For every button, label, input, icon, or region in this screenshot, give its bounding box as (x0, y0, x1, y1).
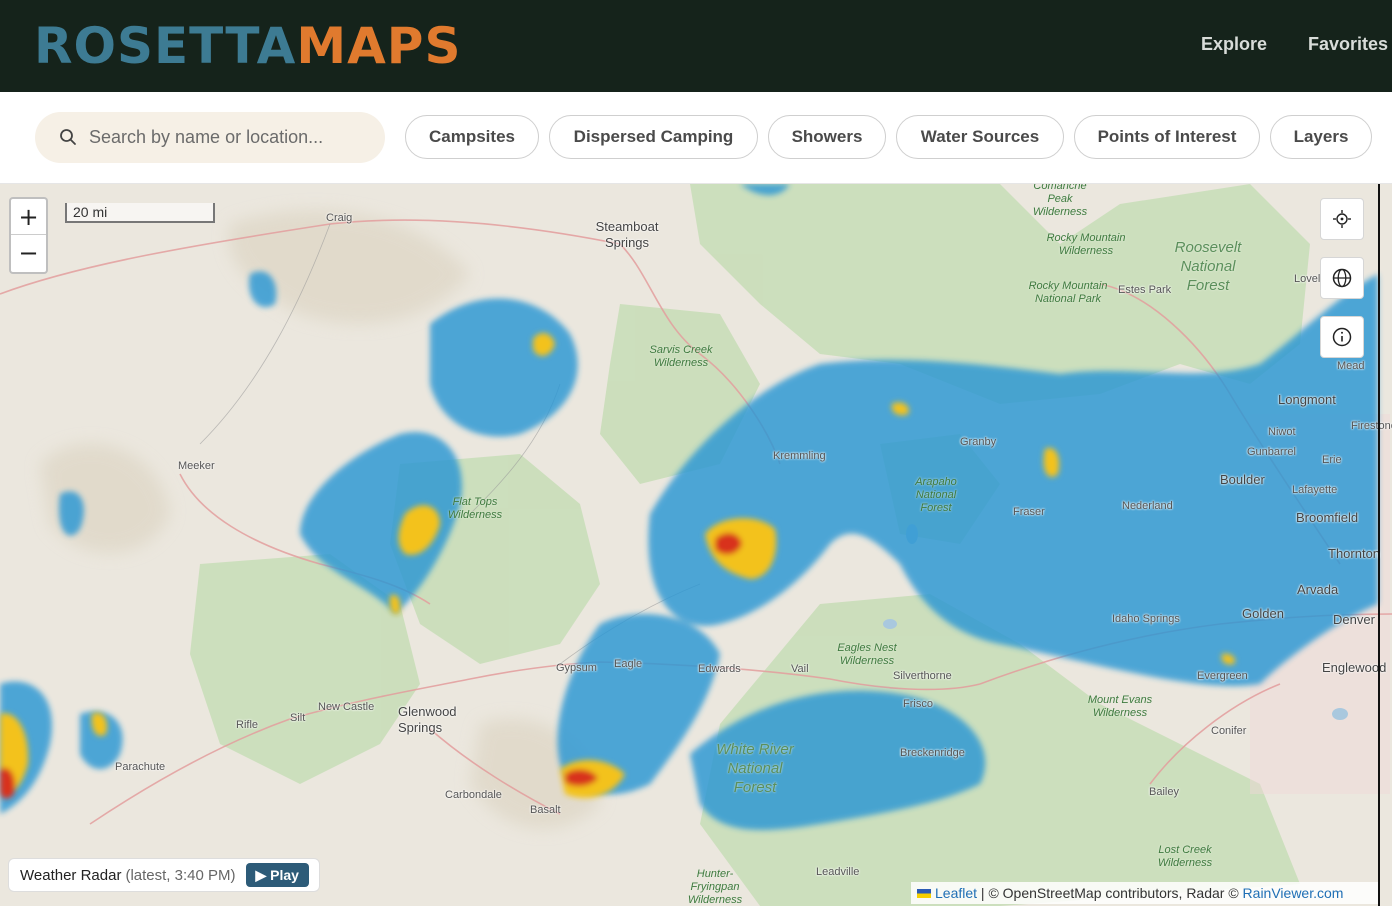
park-label: Comanche Peak Wilderness (1032, 184, 1088, 218)
filter-bar: Campsites Dispersed Camping Showers Wate… (0, 92, 1392, 184)
place-label: Bailey (1149, 786, 1179, 798)
place-label: Eagle (614, 658, 643, 670)
map-info-button[interactable] (1320, 316, 1364, 358)
place-label: Evergreen (1197, 670, 1248, 682)
leaflet-link[interactable]: Leaflet (935, 885, 977, 901)
place-label: Lafayette (1292, 484, 1338, 496)
place-label: Firestone (1351, 420, 1392, 432)
place-label: Estes Park (1118, 284, 1172, 296)
place-label: Gypsum (556, 662, 597, 674)
map-style-button[interactable] (1320, 257, 1364, 299)
place-label: Longmont (1278, 392, 1336, 407)
place-label: Mead (1337, 360, 1365, 372)
park-label: Hunter-Fryingpan Wilderness (687, 868, 743, 906)
place-label: Silt (290, 712, 306, 724)
park-label: Mount Evans Wilderness (1087, 694, 1153, 719)
park-label: Sarvis Creek Wilderness (649, 344, 713, 369)
place-label: Erie (1322, 454, 1342, 466)
place-label: Gunbarrel (1247, 446, 1296, 458)
logo-text-maps: MAPS (296, 17, 462, 75)
place-label: Basalt (530, 804, 561, 816)
place-label: Edwards (698, 663, 741, 675)
place-label: Granby (960, 436, 997, 448)
place-label: Silverthorne (893, 670, 952, 682)
crosshair-icon (1333, 210, 1351, 228)
info-icon (1332, 327, 1352, 347)
place-label: Idaho Springs (1112, 613, 1180, 625)
place-label: New Castle (318, 701, 375, 713)
filter-chip-showers[interactable]: Showers (768, 115, 886, 159)
radar-title: Weather Radar (20, 866, 122, 884)
nav-favorites-link[interactable]: Favorites (1308, 34, 1388, 55)
filter-chip-water-sources[interactable]: Water Sources (896, 115, 1064, 159)
place-label: Boulder (1220, 472, 1265, 487)
park-label: Rocky Mountain National Park (1028, 280, 1108, 305)
place-label: Leadville (816, 866, 860, 878)
place-label: Steamboat Springs (595, 219, 659, 250)
place-label: Conifer (1211, 725, 1247, 737)
park-label: White River National Forest (716, 741, 794, 796)
globe-icon (1332, 268, 1352, 288)
place-label: Broomfield (1296, 510, 1359, 525)
map-right-edge (1378, 184, 1380, 906)
place-label: Glenwood Springs (398, 704, 457, 735)
radar-play-button[interactable]: ▶ Play (245, 863, 309, 887)
rainviewer-link[interactable]: RainViewer.com (1243, 885, 1344, 901)
map-attribution: Leaflet | © OpenStreetMap contributors, … (911, 882, 1378, 904)
zoom-out-button[interactable]: − (11, 235, 46, 271)
filter-chip-layers[interactable]: Layers (1270, 115, 1372, 159)
place-label: Vail (791, 663, 809, 675)
place-label: Thornton (1328, 546, 1381, 561)
park-label: Eagles Nest Wilderness (837, 642, 897, 667)
zoom-control: + − (9, 197, 48, 274)
place-label: Golden (1242, 606, 1284, 621)
ukraine-flag-icon (917, 888, 931, 898)
park-label: Arapaho National Forest (915, 476, 957, 514)
place-label: Denver (1333, 612, 1375, 627)
map-scale-bar: 20 mi (65, 203, 215, 223)
place-label: Nederland (1122, 500, 1173, 512)
nav-explore-link[interactable]: Explore (1201, 34, 1267, 55)
search-icon (60, 129, 76, 145)
place-label: Carbondale (445, 789, 502, 801)
park-label: Roosevelt National Forest (1174, 239, 1242, 294)
place-label: Craig (326, 212, 353, 224)
top-navigation-bar: ROSETTAMAPS Explore Favorites (0, 0, 1392, 92)
place-label: Fraser (1013, 506, 1045, 518)
logo-text-rosetta: ROSETTA (34, 17, 297, 75)
park-label: Flat Tops Wilderness (447, 496, 503, 521)
filter-chip-points-of-interest[interactable]: Points of Interest (1074, 115, 1260, 159)
search-input[interactable] (89, 112, 369, 163)
search-box[interactable] (35, 112, 385, 163)
map-viewport[interactable]: Craig Steamboat Springs Meeker Kremmling… (0, 184, 1392, 906)
place-label: Frisco (903, 698, 933, 710)
filter-chip-campsites[interactable]: Campsites (405, 115, 539, 159)
radar-timestamp: (latest, 3:40 PM) (125, 866, 236, 884)
zoom-in-button[interactable]: + (11, 199, 46, 235)
place-label: Parachute (115, 761, 166, 773)
park-label: Rocky Mountain Wilderness (1046, 232, 1126, 257)
place-label: Niwot (1268, 426, 1296, 438)
place-label: Arvada (1297, 582, 1339, 597)
park-label: Lost Creek Wilderness (1157, 844, 1213, 869)
attribution-text: | © OpenStreetMap contributors, Radar © (977, 885, 1243, 901)
place-label: Englewood (1322, 660, 1387, 675)
rosetta-maps-logo[interactable]: ROSETTAMAPS (34, 18, 461, 74)
place-label: Kremmling (773, 450, 826, 462)
locate-me-button[interactable] (1320, 198, 1364, 240)
place-label: Breckenridge (900, 747, 965, 759)
place-label: Meeker (178, 460, 215, 472)
weather-radar-panel: Weather Radar (latest, 3:40 PM) ▶ Play (8, 858, 320, 892)
place-label: Rifle (236, 719, 259, 731)
filter-chip-dispersed-camping[interactable]: Dispersed Camping (549, 115, 758, 159)
